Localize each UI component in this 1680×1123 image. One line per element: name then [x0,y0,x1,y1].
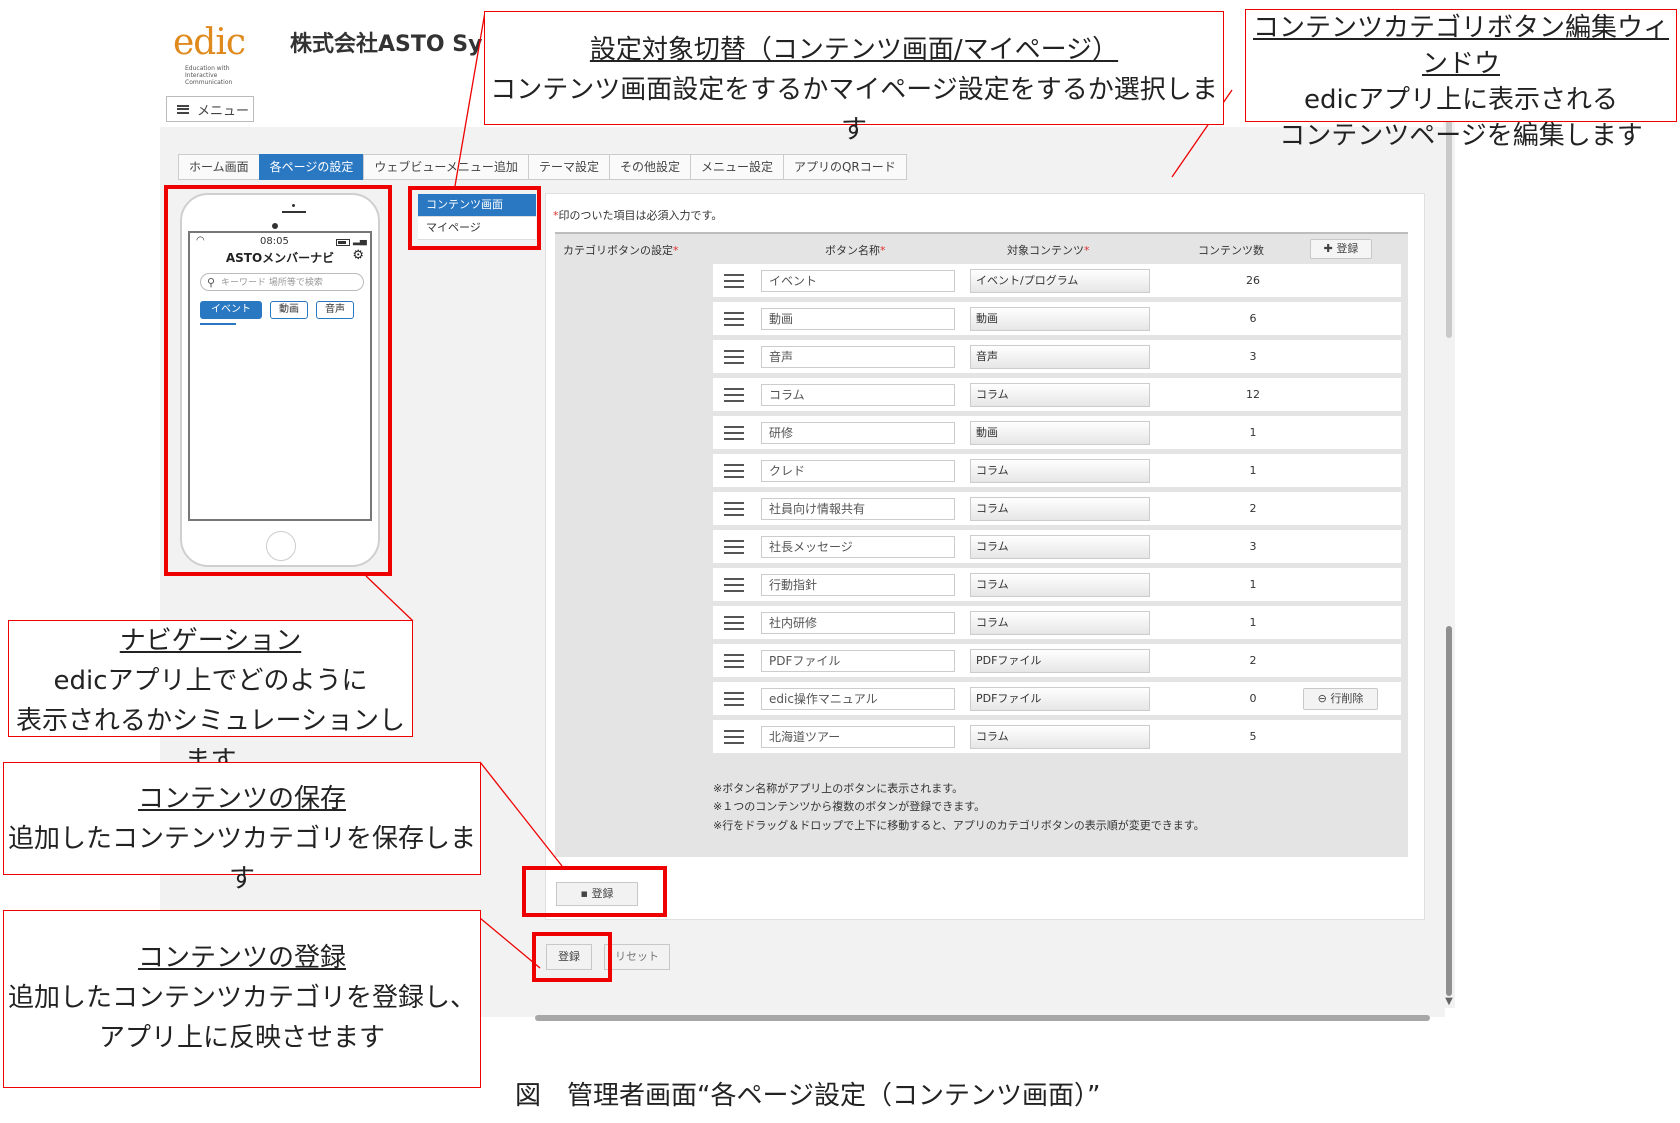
connector-navigation [365,575,414,622]
annotation-title: コンテンツの保存 [137,784,346,814]
annotation-body: 追加したコンテンツカテゴリを登録し、 [7,983,476,1013]
annotation-title: コンテンツの登録 [137,943,346,973]
annotation-body: edicアプリ上に表示される [1303,85,1619,115]
figure-caption: 図 管理者画面“各ページ設定（コンテンツ画面）” [515,1081,1101,1111]
annotation-editor: コンテンツカテゴリボタン編集ウィンドウ edicアプリ上に表示される コンテンツ… [1245,9,1677,151]
connector-switch [454,11,486,187]
annotation-body: 追加したコンテンツカテゴリを保存します [7,824,476,894]
annotation-title: コンテンツカテゴリボタン編集ウィンドウ [1252,13,1669,79]
annotation-switch: 設定対象切替（コンテンツ画面/マイページ） コンテンツ画面設定をするかマイページ… [484,11,1224,145]
annotation-body: コンテンツページを編集します [1279,121,1643,151]
annotation-save: コンテンツの保存 追加したコンテンツカテゴリを保存します [3,762,481,894]
annotation-body: edicアプリ上でどのように [53,666,368,696]
annotation-body: アプリ上に反映させます [98,1023,385,1053]
connector-register [479,917,541,969]
annotation-title: ナビゲーション [119,626,302,656]
annotation-register: コンテンツの登録 追加したコンテンツカテゴリを登録し、 アプリ上に反映させます [3,910,481,1088]
annotation-navigation: ナビゲーション edicアプリ上でどのように 表示されるかシミュレーションします [8,620,413,776]
annotation-title: 設定対象切替（コンテンツ画面/マイページ） [589,35,1119,65]
annotation-body: コンテンツ画面設定をするかマイページ設定をするか選択します [490,75,1218,145]
connector-save [479,761,563,867]
